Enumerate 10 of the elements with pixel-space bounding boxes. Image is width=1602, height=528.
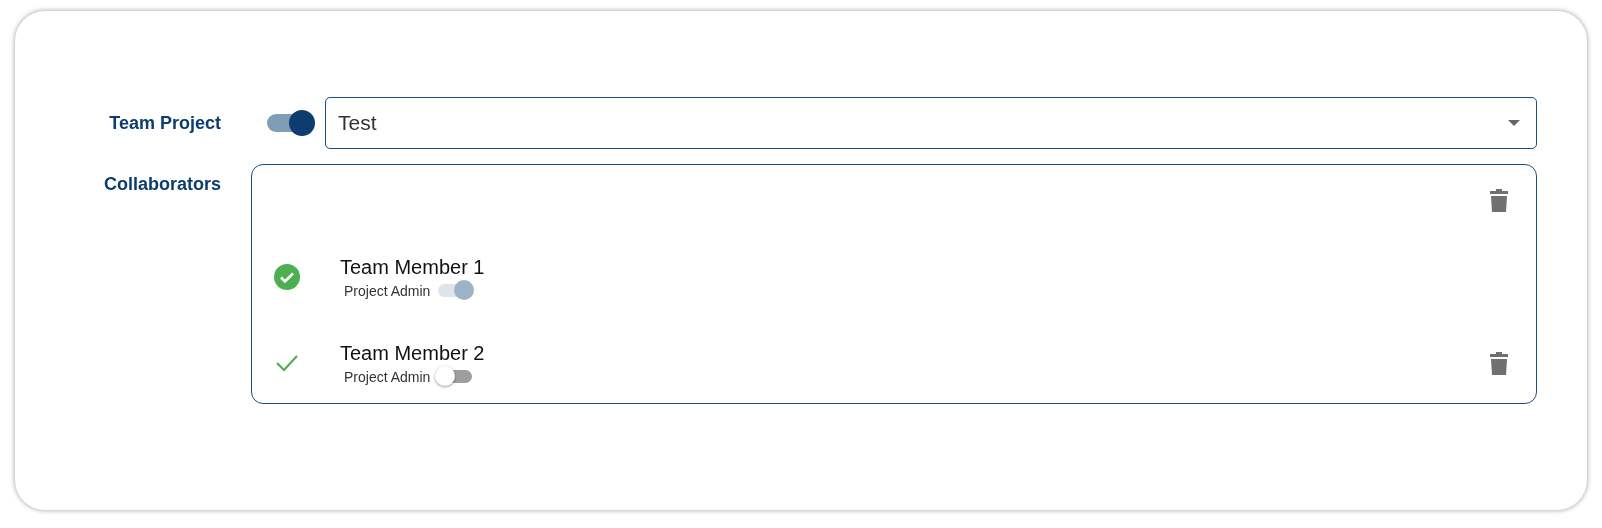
trash-icon[interactable] — [1490, 189, 1508, 212]
member-name: Team Member 1 — [340, 255, 486, 279]
admin-label: Project Admin — [344, 282, 431, 299]
caret-icon — [1508, 120, 1520, 126]
member-name: Team Member 2 — [340, 341, 486, 365]
field-label: Collaborators — [102, 173, 221, 195]
field-label: Team Project — [108, 112, 221, 134]
trash-icon[interactable] — [1490, 351, 1508, 375]
select-field[interactable]: Test — [325, 97, 1537, 149]
admin-label: Project Admin — [344, 368, 431, 385]
